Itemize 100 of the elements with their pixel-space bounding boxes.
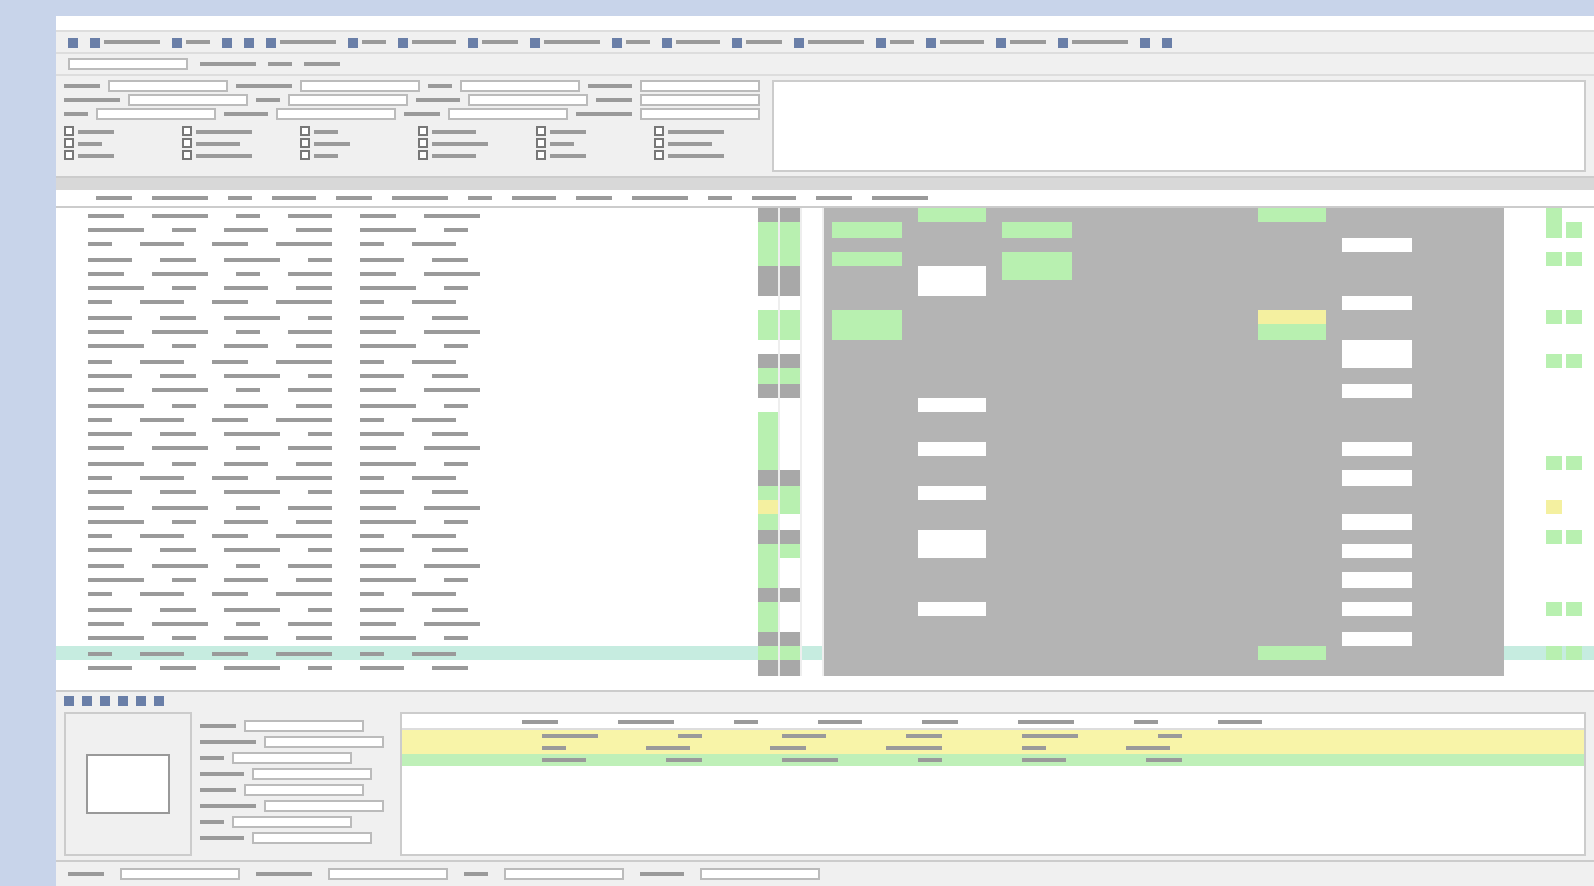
blurred-text — [212, 475, 248, 480]
blurred-text — [360, 286, 416, 291]
input-field[interactable] — [460, 79, 580, 91]
input-field[interactable] — [700, 868, 820, 880]
checkbox[interactable] — [64, 150, 74, 160]
blurred-text — [224, 665, 280, 670]
checkbox[interactable] — [654, 138, 664, 148]
input-field[interactable] — [244, 783, 364, 795]
input-field[interactable] — [640, 107, 760, 119]
input-field[interactable] — [232, 751, 352, 763]
toolbar-icon[interactable] — [530, 37, 540, 47]
blurred-text — [88, 636, 144, 641]
input-field[interactable] — [276, 107, 396, 119]
blurred-text — [360, 534, 384, 539]
blurred-text — [224, 636, 268, 641]
input-field[interactable] — [108, 79, 228, 91]
notes-field[interactable] — [772, 80, 1586, 172]
input-field[interactable] — [232, 815, 352, 827]
checkbox[interactable] — [300, 150, 310, 160]
toolbar-icon[interactable] — [244, 37, 254, 47]
blurred-text — [160, 373, 196, 378]
checkbox[interactable] — [418, 126, 428, 136]
input-field[interactable] — [288, 93, 408, 105]
toolbar-icon[interactable] — [996, 37, 1006, 47]
table-row[interactable] — [402, 730, 1584, 742]
toolbar-icon[interactable] — [222, 37, 232, 47]
toolbar-icon[interactable] — [68, 37, 78, 47]
input-field[interactable] — [252, 831, 372, 843]
toolbar-icon[interactable] — [612, 37, 622, 47]
blurred-text — [432, 665, 468, 670]
blurred-text — [88, 534, 112, 539]
toolbar-icon[interactable] — [468, 37, 478, 47]
input-field[interactable] — [96, 107, 216, 119]
checkbox[interactable] — [536, 138, 546, 148]
blurred-text — [172, 286, 196, 291]
checkbox[interactable] — [654, 126, 664, 136]
input-field[interactable] — [252, 767, 372, 779]
checkbox[interactable] — [182, 150, 192, 160]
toolbar-icon[interactable] — [172, 37, 182, 47]
checkbox[interactable] — [536, 150, 546, 160]
toolbar-icon[interactable] — [876, 37, 886, 47]
input-field[interactable] — [264, 799, 384, 811]
blurred-text — [88, 286, 144, 291]
blurred-text — [308, 490, 332, 495]
search-field[interactable] — [68, 58, 188, 70]
blurred-text — [140, 592, 184, 597]
blurred-text — [224, 607, 280, 612]
toolbar-icon[interactable] — [348, 37, 358, 47]
blurred-text — [276, 592, 332, 597]
input-field[interactable] — [640, 93, 760, 105]
checkbox[interactable] — [64, 126, 74, 136]
input-field[interactable] — [640, 79, 760, 91]
input-field[interactable] — [128, 93, 248, 105]
input-field[interactable] — [504, 868, 624, 880]
checkbox[interactable] — [536, 126, 546, 136]
checkbox[interactable] — [64, 138, 74, 148]
table-row[interactable] — [56, 645, 1594, 661]
blurred-text — [172, 578, 196, 583]
checkbox[interactable] — [418, 150, 428, 160]
input-field[interactable] — [300, 79, 420, 91]
blurred-text — [432, 548, 468, 553]
blurred-text — [444, 578, 468, 583]
input-field[interactable] — [120, 868, 240, 880]
table-row[interactable] — [402, 754, 1584, 766]
blurred-text — [236, 621, 260, 626]
toolbar-icon[interactable] — [794, 37, 804, 47]
blurred-text — [152, 563, 208, 568]
table-row[interactable] — [402, 742, 1584, 754]
input-field[interactable] — [264, 735, 384, 747]
input-field[interactable] — [244, 719, 364, 731]
checkbox[interactable] — [182, 126, 192, 136]
blurred-text — [424, 330, 480, 335]
checkbox[interactable] — [418, 138, 428, 148]
blurred-text — [236, 563, 260, 568]
blurred-text — [88, 563, 124, 568]
input-field[interactable] — [328, 868, 448, 880]
input-field[interactable] — [468, 93, 588, 105]
toolbar-icon[interactable] — [266, 37, 276, 47]
checkbox[interactable] — [654, 150, 664, 160]
toolbar-icon[interactable] — [398, 37, 408, 47]
blurred-text — [444, 344, 468, 349]
checkbox[interactable] — [300, 126, 310, 136]
toolbar-icon[interactable] — [926, 37, 936, 47]
blurred-text — [236, 271, 260, 276]
blurred-text — [236, 446, 260, 451]
toolbar-icon[interactable] — [1058, 37, 1068, 47]
blurred-text — [172, 227, 196, 232]
blurred-text — [424, 621, 480, 626]
toolbar-icon[interactable] — [90, 37, 100, 47]
input-field[interactable] — [448, 107, 568, 119]
toolbar-icon[interactable] — [1162, 37, 1172, 47]
blurred-text — [288, 213, 332, 218]
checkbox[interactable] — [182, 138, 192, 148]
toolbar-icon[interactable] — [1140, 37, 1150, 47]
blurred-text — [412, 242, 456, 247]
toolbar-icon[interactable] — [732, 37, 742, 47]
toolbar-icon[interactable] — [662, 37, 672, 47]
checkbox[interactable] — [300, 138, 310, 148]
blurred-text — [360, 578, 416, 583]
blurred-text — [152, 446, 208, 451]
